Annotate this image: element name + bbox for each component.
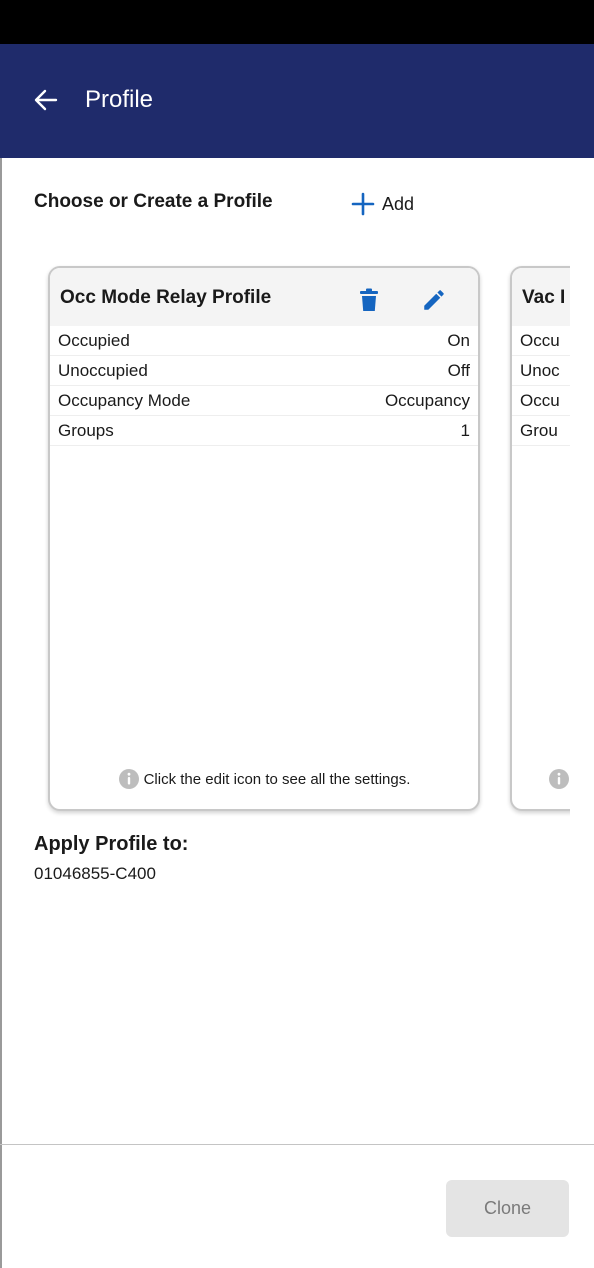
info-icon xyxy=(118,769,139,789)
profile-name: Vac I xyxy=(522,287,566,308)
setting-row: Grou xyxy=(512,416,570,446)
setting-row: Occu xyxy=(512,386,570,416)
add-profile-label: Add xyxy=(382,193,415,214)
arrow-left-icon[interactable] xyxy=(30,84,62,116)
setting-row: Groups 1 xyxy=(50,416,478,446)
card-hint xyxy=(512,767,570,791)
setting-row: Unoc xyxy=(512,356,570,386)
card-hint: Click the edit icon to see all the setti… xyxy=(50,767,478,791)
device-id: 01046855-C400 xyxy=(34,864,156,883)
setting-label: Grou xyxy=(520,421,558,440)
info-icon xyxy=(549,769,569,789)
setting-value: Occupancy xyxy=(384,391,470,410)
apply-profile-heading: Apply Profile to: xyxy=(34,833,189,855)
status-bar xyxy=(0,0,594,44)
profile-name: Occ Mode Relay Profile xyxy=(60,287,272,308)
profile-carousel[interactable]: Occ Mode Relay Profile Occupied On Unocc… xyxy=(0,262,570,817)
setting-value: 1 xyxy=(460,421,470,440)
profile-card[interactable]: Occ Mode Relay Profile Occupied On Unocc… xyxy=(48,266,480,811)
profile-card-header: Vac I xyxy=(512,268,570,326)
app-bar: Profile xyxy=(0,44,594,158)
setting-row: Occupied On xyxy=(50,326,478,356)
setting-label: Occupied xyxy=(58,331,130,350)
clone-button[interactable]: Clone xyxy=(446,1180,569,1237)
profile-settings-list: Occu Unoc Occu Grou xyxy=(512,326,570,446)
setting-label: Unoc xyxy=(520,361,560,380)
plus-icon xyxy=(351,192,375,216)
card-hint-text: Click the edit icon to see all the setti… xyxy=(143,770,411,788)
page-title: Profile xyxy=(85,86,154,113)
setting-label: Occupancy Mode xyxy=(58,391,191,410)
profile-card[interactable]: Vac I Occu Unoc Occu Grou xyxy=(510,266,570,811)
pencil-icon[interactable] xyxy=(421,287,447,313)
setting-value: On xyxy=(447,331,470,350)
setting-label: Occu xyxy=(520,331,560,350)
section-heading: Choose or Create a Profile xyxy=(34,191,273,212)
setting-row: Unoccupied Off xyxy=(50,356,478,386)
add-profile-button[interactable]: Add xyxy=(350,190,414,218)
setting-label: Occu xyxy=(520,391,560,410)
setting-label: Groups xyxy=(58,421,114,440)
setting-row: Occu xyxy=(512,326,570,356)
setting-row: Occupancy Mode Occupancy xyxy=(50,386,478,416)
profile-settings-list: Occupied On Unoccupied Off Occupancy Mod… xyxy=(50,326,478,446)
profile-card-header: Occ Mode Relay Profile xyxy=(50,268,478,326)
setting-value: Off xyxy=(447,361,470,380)
trash-icon[interactable] xyxy=(358,288,380,312)
setting-label: Unoccupied xyxy=(58,361,148,380)
divider xyxy=(0,1144,594,1145)
